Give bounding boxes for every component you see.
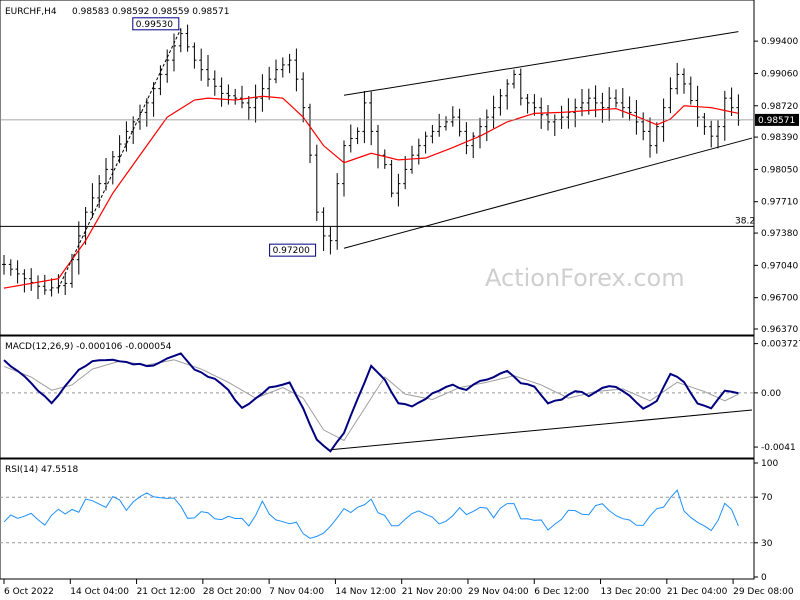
macd-signal-line [3,359,739,442]
x-tick-label: 13 Dec 20:00 [601,587,662,597]
price-y-ticks: 0.99400 0.99060 0.98720 0.98390 0.98050 0.977… [754,37,798,335]
ohlc-label: 0.98583 0.98592 0.98559 0.98571 [72,7,229,17]
high-label: 0.99530 [136,20,173,30]
macd-y-ticks: 0.003727 0.00 -0.0041 [754,340,800,453]
x-tick-label: 14 Nov 12:00 [335,587,396,597]
rsi-panel-frame [0,458,755,580]
rsi-path [3,489,739,539]
price-y-tick-label: 0.97710 [761,198,798,208]
low-annotation: 0.97200 [269,243,317,257]
watermark: ActionForex.com [485,264,685,292]
channel-upper-line [343,31,739,96]
price-y-tick-label: 0.99060 [761,69,798,79]
price-y-tick-label: 0.97040 [761,261,798,271]
x-tick-label: 14 Oct 04:00 [70,587,129,597]
price-candles [2,24,741,299]
x-tick-label: 21 Oct 12:00 [137,587,196,597]
rsi-y-tick-label: 100 [761,459,778,469]
macd-trend-segment [330,409,753,451]
channel-lines [343,31,753,249]
macd-title: MACD(12,26,9) -0.000106 -0.000054 [5,342,172,352]
x-tick-label: 29 Dec 08:00 [733,587,794,597]
x-tick-label: 21 Dec 04:00 [667,587,728,597]
price-y-tick-label: 0.97380 [761,229,798,239]
channel-lower-line [343,137,753,249]
macd-signal-path [3,359,739,442]
current-price-label: 0.98571 [758,116,795,126]
x-tick-label: 28 Oct 20:00 [203,587,262,597]
rsi-y-tick-label: 70 [761,493,773,503]
rsi-y-ticks: 100 70 30 0 [754,459,778,583]
price-y-tick-label: 0.96700 [761,294,798,304]
rsi-y-tick-label: 0 [761,573,767,583]
x-tick-label: 29 Nov 04:00 [468,587,529,597]
x-tick-label: 6 Dec 12:00 [534,587,589,597]
macd-main-line [3,352,739,453]
x-tick-label: 21 Nov 20:00 [402,587,463,597]
price-y-tick-label: 0.98390 [761,133,798,143]
macd-y-tick-label: 0.00 [761,389,781,399]
price-y-tick-label: 0.96370 [761,325,798,335]
price-y-tick-label: 0.98050 [761,165,798,175]
price-y-tick-label: 0.99400 [761,37,798,47]
macd-main-path [3,352,739,453]
fib-label: 38.2 [735,216,755,226]
symbol-label: EURCHF,H4 [5,7,57,17]
price-y-tick-label: 0.98720 [761,102,798,112]
x-tick-label: 7 Nov 04:00 [269,587,324,597]
macd-y-tick-label: -0.0041 [761,443,796,453]
rsi-title: RSI(14) 47.5518 [5,465,78,475]
x-tick-label: 6 Oct 2022 [4,587,54,597]
rsi-line [3,489,739,539]
macd-y-tick-label: 0.003727 [761,340,800,350]
x-axis-ticks: 6 Oct 2022 14 Oct 04:00 21 Oct 12:00 28 Oct… [3,579,794,597]
eurchf-chart: ActionForex.com 0.994000.990600.987200.9… [0,0,800,597]
rsi-y-tick-label: 30 [761,539,773,549]
macd-trend-line [330,409,753,451]
low-label: 0.97200 [273,246,310,256]
current-price-badge: 0.98571 [755,113,799,126]
rsi-level-lines [0,496,754,544]
